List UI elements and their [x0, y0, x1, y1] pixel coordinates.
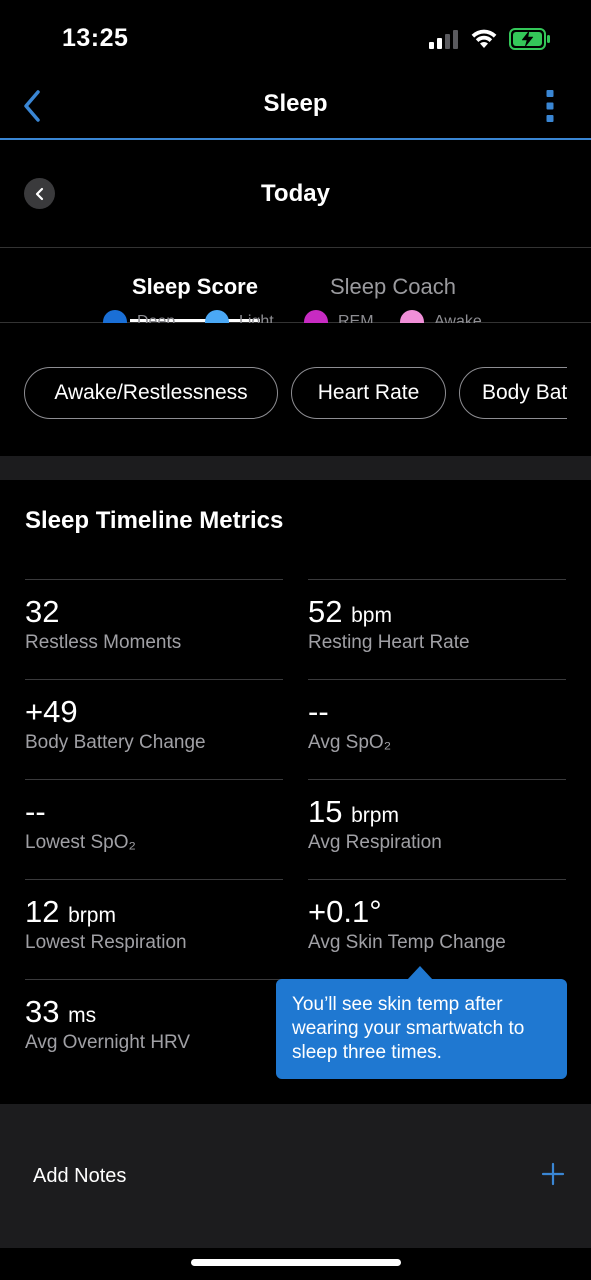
wifi-icon	[471, 29, 497, 48]
add-notes-label: Add Notes	[33, 1165, 127, 1187]
status-icons	[429, 28, 551, 50]
legend-label: REM	[338, 313, 374, 323]
metric-lowest-spo2: -- Lowest SpO₂	[25, 779, 283, 879]
signal-icon	[429, 30, 458, 49]
metric-value: +49	[25, 694, 78, 729]
metric-avg-respiration: 15 brpm Avg Respiration	[308, 779, 566, 879]
metrics-section-title: Sleep Timeline Metrics	[25, 507, 284, 534]
chip-awake-restlessness[interactable]: Awake/Restlessness	[24, 367, 278, 419]
legend-dot-rem	[304, 310, 328, 323]
metric-body-battery-change: +49 Body Battery Change	[25, 679, 283, 779]
status-bar: 13:25	[0, 0, 591, 78]
metric-label: Restless Moments	[25, 632, 182, 653]
metric-value: +0.1°	[308, 894, 382, 929]
metric-label: Avg Respiration	[308, 832, 442, 853]
metric-value: 32	[25, 594, 60, 629]
legend-dot-awake	[400, 310, 424, 323]
metric-lowest-respiration: 12 brpm Lowest Respiration	[25, 879, 283, 979]
battery-charging-icon	[509, 28, 550, 50]
chip-heart-rate[interactable]: Heart Rate	[291, 367, 446, 419]
metric-avg-skin-temp-change[interactable]: +0.1° Avg Skin Temp Change	[308, 879, 566, 979]
metric-avg-spo2: -- Avg SpO₂	[308, 679, 566, 779]
legend-label: Light	[239, 313, 274, 323]
legend-item-rem: REM	[304, 310, 374, 323]
metric-value: --	[25, 794, 46, 829]
date-selector: Today	[0, 140, 591, 248]
metric-value: --	[308, 694, 329, 729]
page-title: Sleep	[263, 90, 328, 117]
metric-value: 15 brpm	[308, 794, 399, 829]
metric-label: Avg Skin Temp Change	[308, 932, 506, 953]
date-title: Today	[261, 180, 330, 207]
metric-value: 12 brpm	[25, 894, 116, 929]
legend-dot-deep	[103, 310, 127, 323]
plus-icon[interactable]	[541, 1162, 565, 1186]
legend-label: Deep	[137, 313, 176, 323]
metric-label: Body Battery Change	[25, 732, 206, 753]
legend-item-light: Light	[205, 310, 274, 323]
chip-body-battery[interactable]: Body Battery	[459, 367, 567, 419]
section-divider	[0, 456, 591, 480]
section-divider	[0, 1104, 591, 1128]
metric-resting-heart-rate: 52 bpm Resting Heart Rate	[308, 579, 566, 679]
section-divider	[0, 1224, 591, 1248]
more-menu-button[interactable]	[545, 90, 555, 122]
chart-filter-chips: Awake/Restlessness Heart Rate Body Batte…	[24, 367, 567, 421]
sleep-stage-legend: Deep Light REM Awake	[0, 306, 591, 323]
status-time: 13:25	[62, 24, 129, 52]
legend-item-awake: Awake	[400, 310, 482, 323]
home-indicator	[191, 1259, 401, 1266]
legend-label: Awake	[434, 313, 482, 323]
metric-value: 52 bpm	[308, 594, 392, 629]
metric-avg-overnight-hrv: 33 ms Avg Overnight HRV	[25, 979, 283, 1079]
metric-label: Lowest SpO₂	[25, 832, 136, 853]
skin-temp-tooltip[interactable]: You’ll see skin temp after wearing your …	[276, 979, 567, 1079]
nav-bar: Sleep	[0, 78, 591, 140]
metric-value: 33 ms	[25, 994, 97, 1029]
tab-sleep-coach[interactable]: Sleep Coach	[330, 274, 456, 300]
add-notes-row[interactable]: Add Notes	[0, 1128, 591, 1224]
legend-item-deep: Deep	[103, 310, 175, 323]
tab-sleep-score[interactable]: Sleep Score	[132, 274, 258, 300]
tooltip-arrow	[407, 966, 433, 980]
metric-label: Resting Heart Rate	[308, 632, 470, 653]
metric-restless-moments: 32 Restless Moments	[25, 579, 283, 679]
metric-label: Lowest Respiration	[25, 932, 187, 953]
legend-dot-light	[205, 310, 229, 323]
metric-label: Avg Overnight HRV	[25, 1032, 191, 1053]
metric-label: Avg SpO₂	[308, 732, 392, 753]
